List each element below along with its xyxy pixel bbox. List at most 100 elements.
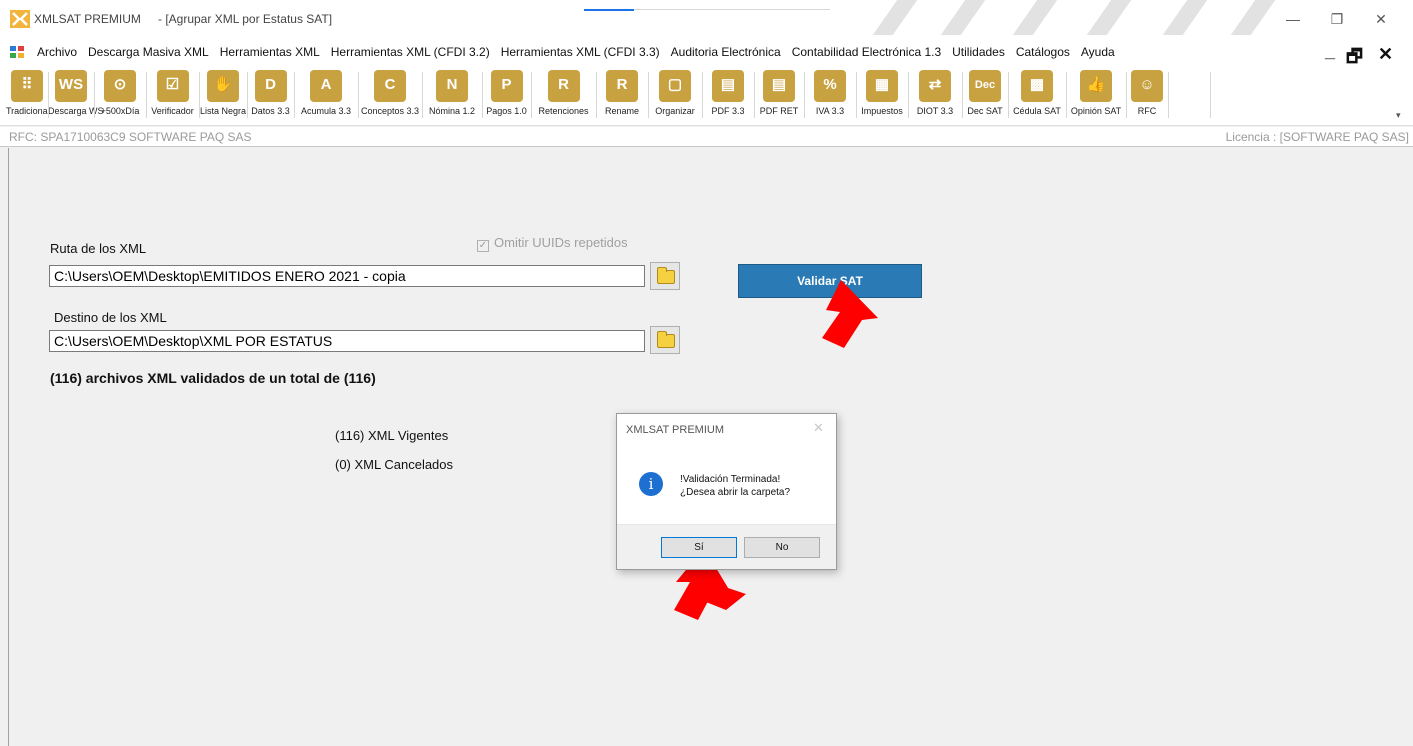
omit-duplicates-checkbox[interactable]: ✓ Omitir UUIDs repetidos	[477, 235, 628, 252]
window-title: - [Agrupar XML por Estatus SAT]	[158, 12, 333, 26]
toolbar-button-13[interactable]: ▤ PDF 3.3	[702, 69, 754, 125]
toolbar-button-6[interactable]: A Acumula 3.3	[294, 69, 358, 125]
folder-icon	[657, 331, 675, 348]
dest-path-input[interactable]: C:\Users\OEM\Desktop\XML POR ESTATUS	[49, 330, 645, 352]
no-button[interactable]: No	[744, 537, 820, 558]
toolbar-separator	[856, 72, 857, 118]
toolbar-button-11[interactable]: R Rename	[596, 69, 648, 125]
toolbar-button-9[interactable]: P Pagos 1.0	[482, 69, 531, 125]
dialog-message-line: !Validación Terminada!	[680, 474, 781, 485]
menu-herramientas-cfdi-33[interactable]: Herramientas XML (CFDI 3.3)	[501, 45, 660, 59]
toolbar-separator	[199, 72, 200, 118]
toolbar-button-21[interactable]: ☺ RFC	[1126, 69, 1168, 125]
toolbar-separator	[908, 72, 909, 118]
toolbar-button-label: Acumula 3.3	[300, 106, 352, 116]
yes-button[interactable]: Sí	[661, 537, 737, 558]
rfc-status: RFC: SPA1710063C9 SOFTWARE PAQ SAS	[9, 130, 252, 144]
toolbar-button-0[interactable]: ⠿ Tradicional	[6, 69, 50, 125]
a-xml-icon: A	[310, 70, 342, 102]
toolbar-button-label: Cédula SAT	[1013, 106, 1061, 116]
person-icon: ☺	[1131, 70, 1163, 102]
validation-summary: (116) archivos XML validados de un total…	[50, 370, 376, 386]
menu-herramientas-cfdi-32[interactable]: Herramientas XML (CFDI 3.2)	[331, 45, 490, 59]
toolbar-separator	[146, 72, 147, 118]
divider	[634, 9, 830, 10]
toolbar-separator	[648, 72, 649, 118]
rename-icon: R	[606, 70, 638, 102]
mdi-minimize-icon[interactable]: _	[1325, 41, 1335, 62]
app-name: XMLSAT PREMIUM	[34, 12, 141, 26]
mdi-close-icon[interactable]: ✕	[1378, 44, 1393, 65]
toolbar-button-label: Opinión SAT	[1070, 106, 1122, 116]
valid-count: (116) XML Vigentes	[335, 428, 449, 443]
toolbar-button-10[interactable]: R Retenciones	[531, 69, 596, 125]
toolbar-button-14[interactable]: ▤ PDF RET	[754, 69, 804, 125]
toolbar-button-17[interactable]: ⇄ DIOT 3.3	[908, 69, 962, 125]
hand-icon: ✋	[207, 70, 239, 102]
toolbar-button-label: Retenciones	[538, 106, 589, 116]
toolbar-button-5[interactable]: D Datos 3.3	[247, 69, 294, 125]
toolbar-overflow-icon[interactable]: ▾	[1396, 110, 1401, 121]
toolbar-button-label: Conceptos 3.3	[360, 106, 420, 116]
toolbar-button-label: Nómina 1.2	[428, 106, 476, 116]
decor-stripe	[872, 0, 932, 35]
source-path-input[interactable]: C:\Users\OEM\Desktop\EMITIDOS ENERO 2021…	[49, 265, 645, 287]
toolbar-button-16[interactable]: ▦ Impuestos	[856, 69, 908, 125]
minimize-window-icon[interactable]: —	[1282, 8, 1304, 30]
mdi-child-icon[interactable]	[10, 46, 24, 58]
decor-stripe	[1086, 0, 1146, 35]
n-xml-icon: N	[436, 70, 468, 102]
toolbar-separator	[358, 72, 359, 118]
grid-icon: ⠿	[11, 70, 43, 102]
folder-organize-icon: ▢	[659, 70, 691, 102]
p-xml-icon: P	[490, 70, 523, 102]
dec-icon: Dec	[969, 70, 1001, 102]
toolbar-button-label: Dec SAT	[967, 106, 1003, 116]
thumbs-up-icon: 👍	[1080, 70, 1112, 102]
menu-items: Archivo Descarga Masiva XML Herramientas…	[37, 45, 1126, 59]
license-status: Licencia : [SOFTWARE PAQ SAS]	[1225, 130, 1409, 144]
browse-dest-button[interactable]	[650, 326, 680, 354]
toolbar-button-8[interactable]: N Nómina 1.2	[422, 69, 482, 125]
menu-catalogos[interactable]: Catálogos	[1016, 45, 1070, 59]
menu-herramientas-xml[interactable]: Herramientas XML	[220, 45, 320, 59]
toolbar-separator	[94, 72, 95, 118]
toolbar-button-20[interactable]: 👍 Opinión SAT	[1066, 69, 1126, 125]
menu-ayuda[interactable]: Ayuda	[1081, 45, 1115, 59]
menu-descarga-masiva[interactable]: Descarga Masiva XML	[88, 45, 209, 59]
toolbar-button-label: Descarga WS	[48, 106, 104, 116]
toolbar-button-3[interactable]: ☑ Verificador	[146, 69, 199, 125]
menu-auditoria[interactable]: Auditoria Electrónica	[671, 45, 781, 59]
toolbar-separator	[1066, 72, 1067, 118]
pdf-ret-icon: ▤	[763, 70, 795, 102]
menu-contabilidad[interactable]: Contabilidad Electrónica 1.3	[792, 45, 941, 59]
dialog-message: !Validación Terminada! ¿Desea abrir la c…	[680, 473, 790, 499]
dialog-footer: Sí No	[617, 524, 836, 569]
omit-duplicates-label: Omitir UUIDs repetidos	[494, 235, 628, 250]
toolbar-separator	[48, 72, 49, 118]
toolbar-button-18[interactable]: Dec Dec SAT	[962, 69, 1008, 125]
dialog-close-icon[interactable]: ✕	[813, 420, 824, 436]
menu-archivo[interactable]: Archivo	[37, 45, 77, 59]
confirm-dialog: XMLSAT PREMIUM ✕ i !Validación Terminada…	[616, 413, 837, 570]
menu-utilidades[interactable]: Utilidades	[952, 45, 1005, 59]
toolbar-separator	[422, 72, 423, 118]
toolbar-button-7[interactable]: C Conceptos 3.3	[358, 69, 422, 125]
toolbar-button-15[interactable]: % IVA 3.3	[804, 69, 856, 125]
browse-source-button[interactable]	[650, 262, 680, 290]
folder-icon	[657, 267, 675, 284]
toolbar-button-label: Impuestos	[861, 106, 903, 116]
checkbox-checked-icon[interactable]: ✓	[477, 240, 489, 252]
cancelled-count: (0) XML Cancelados	[335, 457, 454, 472]
toolbar-button-19[interactable]: ▩ Cédula SAT	[1008, 69, 1066, 125]
red-arrow-annotation	[822, 280, 878, 348]
toolbar-button-label: Datos 3.3	[251, 106, 290, 116]
c-xml-icon: C	[374, 70, 406, 102]
toolbar-button-4[interactable]: ✋ Lista Negra	[199, 69, 247, 125]
restore-window-icon[interactable]: ❐	[1326, 8, 1348, 30]
close-window-icon[interactable]: ✕	[1370, 8, 1392, 30]
toolbar-button-12[interactable]: ▢ Organizar	[648, 69, 702, 125]
toolbar-button-1[interactable]: WS Descarga WS	[48, 69, 104, 125]
toolbar-button-2[interactable]: ⊙ +500xDía	[94, 69, 146, 125]
toolbar-separator	[1126, 72, 1127, 118]
